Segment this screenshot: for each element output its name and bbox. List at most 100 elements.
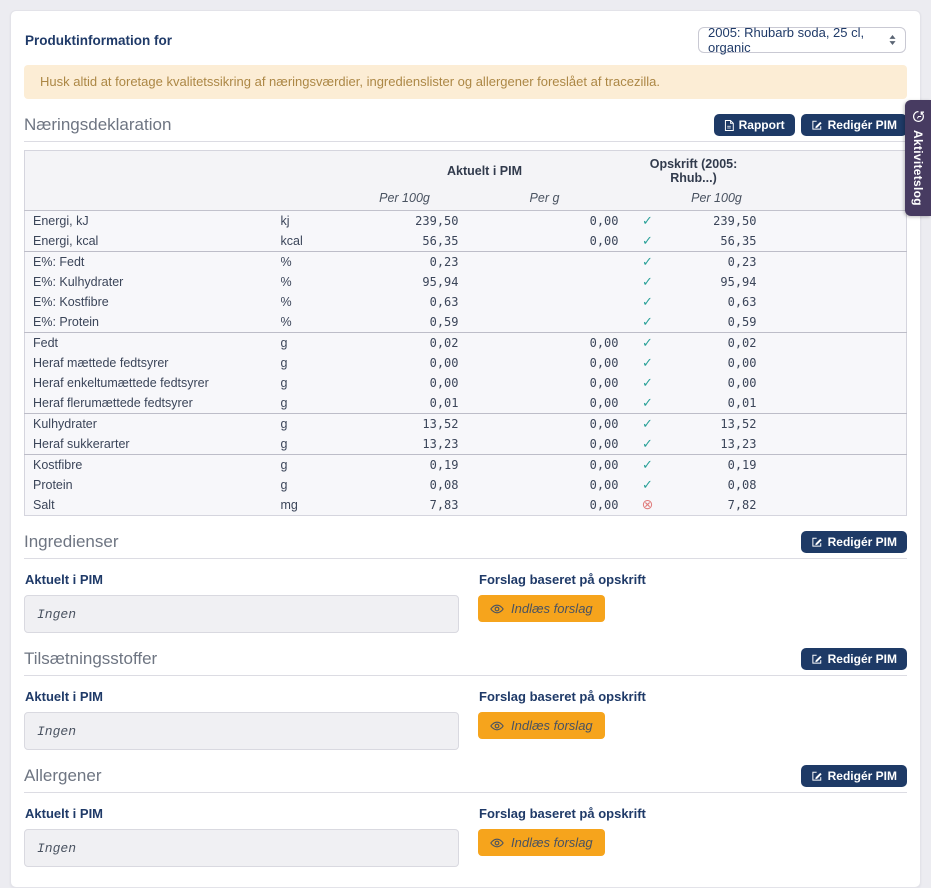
recipe-per-100g-value: 0,00 bbox=[671, 353, 763, 373]
nutrition-row: Proteing0,080,00✓0,08 bbox=[25, 475, 907, 495]
recipe-per-100g-value: 13,23 bbox=[671, 434, 763, 455]
nutrient-label: Kostfibre bbox=[25, 455, 275, 476]
nutrition-row: Kostfibreg0,190,00✓0,19 bbox=[25, 455, 907, 476]
pim-per-100g-value: 0,08 bbox=[345, 475, 465, 495]
nutrient-unit: % bbox=[275, 252, 345, 273]
edit-pim-button[interactable]: Redigér PIM bbox=[801, 648, 907, 670]
edit-pim-button[interactable]: Redigér PIM bbox=[801, 531, 907, 553]
current-in-pim-label: Aktuelt i PIM bbox=[25, 572, 459, 587]
filler-cell bbox=[763, 252, 907, 273]
nutrient-label: Heraf enkeltumættede fedtsyrer bbox=[25, 373, 275, 393]
nutrition-row: Heraf enkeltumættede fedtsyrerg0,000,00✓… bbox=[25, 373, 907, 393]
filler-cell bbox=[763, 373, 907, 393]
nutrition-table-header: Aktuelt i PIM Opskrift (2005: Rhub...) P… bbox=[25, 151, 907, 211]
filler-cell bbox=[763, 333, 907, 354]
filler-cell bbox=[763, 393, 907, 414]
nutrition-row: E%: Kostfibre%0,63✓0,63 bbox=[25, 292, 907, 312]
nutrition-row: Fedtg0,020,00✓0,02 bbox=[25, 333, 907, 354]
nutrient-label: E%: Kostfibre bbox=[25, 292, 275, 312]
section-title: Ingredienser bbox=[24, 531, 119, 553]
nutrition-row: Saltmg7,830,00⊗7,82 bbox=[25, 495, 907, 516]
check-icon: ✓ bbox=[642, 457, 653, 472]
edit-pim-button[interactable]: Redigér PIM bbox=[801, 114, 907, 136]
status-cell: ✓ bbox=[625, 414, 671, 435]
nutrition-title: Næringsdeklaration bbox=[24, 114, 171, 136]
check-icon: ✓ bbox=[642, 477, 653, 492]
edit-pim-button[interactable]: Redigér PIM bbox=[801, 765, 907, 787]
section-allergener: Allergener Redigér PIM Aktuelt i PIM bbox=[24, 765, 907, 867]
eye-icon bbox=[490, 602, 504, 616]
filler-cell bbox=[763, 292, 907, 312]
nutrient-label: Salt bbox=[25, 495, 275, 516]
load-suggestion-button[interactable]: Indlæs forslag bbox=[478, 712, 605, 739]
product-select-value: 2005: Rhubarb soda, 25 cl, organic bbox=[708, 25, 882, 55]
nutrient-label: E%: Kulhydrater bbox=[25, 272, 275, 292]
status-cell: ✓ bbox=[625, 252, 671, 273]
up-down-caret-icon bbox=[888, 34, 897, 46]
pim-per-100g-value: 56,35 bbox=[345, 231, 465, 252]
pim-per-g-value: 0,00 bbox=[465, 455, 625, 476]
report-button[interactable]: Rapport bbox=[714, 114, 795, 136]
eye-icon bbox=[490, 719, 504, 733]
status-cell: ✓ bbox=[625, 211, 671, 232]
recipe-per-100g-value: 0,23 bbox=[671, 252, 763, 273]
nutrient-unit: kj bbox=[275, 211, 345, 232]
nutrient-unit: % bbox=[275, 272, 345, 292]
load-suggestion-button[interactable]: Indlæs forslag bbox=[478, 829, 605, 856]
pim-per-100g-value: 7,83 bbox=[345, 495, 465, 516]
current-value-text: Ingen bbox=[37, 607, 76, 622]
pim-per-100g-value: 0,59 bbox=[345, 312, 465, 333]
nutrient-label: Energi, kcal bbox=[25, 231, 275, 252]
pim-per-100g-value: 13,23 bbox=[345, 434, 465, 455]
check-icon: ✓ bbox=[642, 254, 653, 269]
nutrition-table: Aktuelt i PIM Opskrift (2005: Rhub...) P… bbox=[24, 150, 907, 516]
recipe-per-100g-value: 95,94 bbox=[671, 272, 763, 292]
status-cell: ✓ bbox=[625, 373, 671, 393]
nutrient-unit: g bbox=[275, 414, 345, 435]
recipe-per-100g-value: 0,08 bbox=[671, 475, 763, 495]
filler-cell bbox=[763, 312, 907, 333]
nutrient-label: E%: Fedt bbox=[25, 252, 275, 273]
suggestion-label: Forslag baseret på opskrift bbox=[479, 572, 646, 587]
circle-x-icon: ⊗ bbox=[642, 496, 654, 512]
nutrition-row: E%: Protein%0,59✓0,59 bbox=[25, 312, 907, 333]
load-suggestion-button[interactable]: Indlæs forslag bbox=[478, 595, 605, 622]
pim-per-g-value: 0,00 bbox=[465, 495, 625, 516]
product-select[interactable]: 2005: Rhubarb soda, 25 cl, organic bbox=[698, 27, 906, 53]
check-icon: ✓ bbox=[642, 395, 653, 410]
section-tilsaetningsstoffer: Tilsætningsstoffer Redigér PIM Aktuelt i… bbox=[24, 648, 907, 750]
sections-host: Ingredienser Redigér PIM Aktuelt i PIM bbox=[24, 531, 907, 867]
activity-log-tab[interactable]: Aktivitetslog bbox=[905, 100, 931, 216]
pim-per-g-value: 0,00 bbox=[465, 211, 625, 232]
activity-log-label: Aktivitetslog bbox=[911, 130, 925, 206]
pencil-square-icon bbox=[811, 653, 823, 665]
recipe-per-100g-value: 239,50 bbox=[671, 211, 763, 232]
nutrient-unit: g bbox=[275, 455, 345, 476]
pencil-square-icon bbox=[811, 770, 823, 782]
recipe-per-100g-value: 0,00 bbox=[671, 373, 763, 393]
current-in-pim-label: Aktuelt i PIM bbox=[25, 806, 459, 821]
check-icon: ✓ bbox=[642, 233, 653, 248]
pim-per-100g-header: Per 100g bbox=[345, 188, 465, 211]
status-cell: ✓ bbox=[625, 292, 671, 312]
pencil-square-icon bbox=[811, 536, 823, 548]
current-value-text: Ingen bbox=[37, 841, 76, 856]
nutrient-label: Heraf flerumættede fedtsyrer bbox=[25, 393, 275, 414]
status-cell: ✓ bbox=[625, 231, 671, 252]
filler-cell bbox=[763, 434, 907, 455]
nutrient-label: E%: Protein bbox=[25, 312, 275, 333]
nutrient-unit: g bbox=[275, 353, 345, 373]
nutrition-row: E%: Fedt%0,23✓0,23 bbox=[25, 252, 907, 273]
check-icon: ✓ bbox=[642, 274, 653, 289]
pim-per-100g-value: 0,00 bbox=[345, 373, 465, 393]
nutrition-row: Energi, kcalkcal56,350,00✓56,35 bbox=[25, 231, 907, 252]
nutrient-unit: % bbox=[275, 292, 345, 312]
recipe-per-100g-header: Per 100g bbox=[671, 188, 763, 211]
pim-per-100g-value: 0,19 bbox=[345, 455, 465, 476]
section-ingredienser: Ingredienser Redigér PIM Aktuelt i PIM bbox=[24, 531, 907, 633]
suggestion-label: Forslag baseret på opskrift bbox=[479, 689, 646, 704]
page-title: Produktinformation for bbox=[25, 33, 172, 48]
nutrition-row: Kulhydraterg13,520,00✓13,52 bbox=[25, 414, 907, 435]
current-value-box: Ingen bbox=[24, 829, 459, 867]
nutrient-label: Heraf mættede fedtsyrer bbox=[25, 353, 275, 373]
